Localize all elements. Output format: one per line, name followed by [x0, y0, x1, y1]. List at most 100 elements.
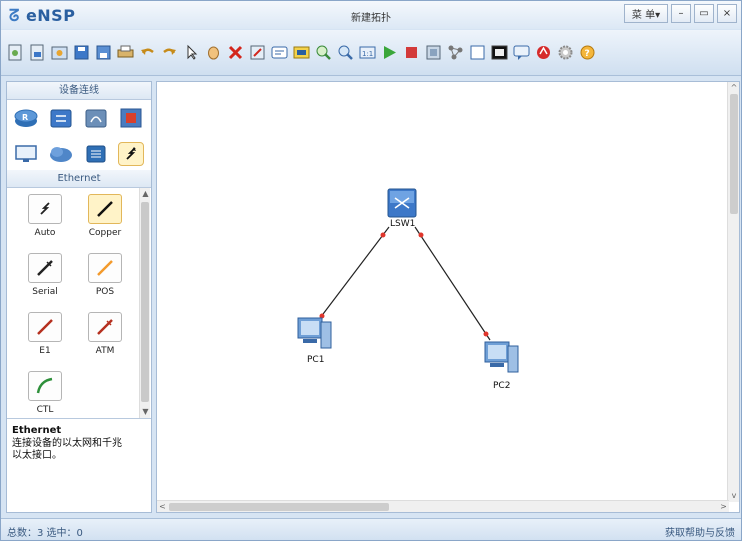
maximize-button[interactable]: ▭: [694, 4, 714, 23]
canvas-horizontal-scrollbar[interactable]: < >: [157, 500, 729, 512]
e1-cable-icon: [28, 312, 62, 342]
lsw1-label: LSW1: [390, 219, 416, 229]
open-icon[interactable]: [51, 44, 68, 61]
new-topology-icon[interactable]: [7, 44, 24, 61]
select-icon[interactable]: [183, 44, 200, 61]
chat-icon[interactable]: [513, 44, 530, 61]
cable-list-scrollbar[interactable]: ▲ ▼: [139, 188, 150, 418]
topology-drawing: [297, 188, 519, 373]
cable-auto[interactable]: Auto: [15, 194, 75, 238]
cable-ctl[interactable]: CTL: [15, 371, 75, 415]
text-icon[interactable]: [271, 44, 288, 61]
menu-button[interactable]: 菜 单▾: [624, 4, 668, 23]
serial-cable-icon: [28, 253, 62, 283]
stop-all-icon[interactable]: [403, 44, 420, 61]
topology-tool-icon[interactable]: [447, 44, 464, 61]
pc1-computer-icon[interactable]: [297, 317, 332, 349]
scroll-left-icon[interactable]: <: [157, 501, 168, 513]
device-panel-title: 设备连线: [7, 82, 151, 100]
scroll-down-icon[interactable]: v: [728, 490, 740, 502]
scroll-right-icon[interactable]: >: [718, 501, 729, 513]
zoom-out-icon[interactable]: [337, 44, 354, 61]
window-controls: 菜 单▾ – ▭ ×: [624, 4, 737, 23]
print-icon[interactable]: [117, 44, 134, 61]
minimize-button[interactable]: –: [671, 4, 691, 23]
auto-cable-icon: [28, 194, 62, 224]
description-body: 连接设备的以太网和千兆以太接口。: [12, 438, 122, 461]
save-icon[interactable]: [73, 44, 90, 61]
topology-canvas[interactable]: LSW1 PC1 PC2 ^ v < >: [156, 81, 740, 513]
capture-icon[interactable]: [425, 44, 442, 61]
cable-label: ATM: [95, 346, 115, 356]
cable-serial[interactable]: Serial: [15, 253, 75, 297]
pc-category-icon[interactable]: [13, 142, 39, 166]
description-title: Ethernet: [12, 425, 62, 436]
link-lsw1-pc2[interactable]: [414, 226, 491, 341]
cable-label: Auto: [34, 228, 56, 238]
pos-cable-icon: [88, 253, 122, 283]
palette-icon[interactable]: [293, 44, 310, 61]
cable-pos[interactable]: POS: [75, 253, 135, 297]
cable-list: Auto Copper Serial POS E1 ATM CTL ▲ ▼: [7, 188, 151, 418]
canvas-vertical-scrollbar[interactable]: ^ v: [727, 82, 739, 502]
redo-icon[interactable]: [161, 44, 178, 61]
atm-cable-icon: [88, 312, 122, 342]
delete-links-icon[interactable]: [249, 44, 266, 61]
cloud-category-icon[interactable]: [48, 142, 74, 166]
huawei-icon[interactable]: [535, 44, 552, 61]
title-bar: ᘔ eNSP 新建拓扑 菜 单▾ – ▭ ×: [1, 1, 741, 29]
fit-view-icon[interactable]: 1:1: [359, 44, 376, 61]
pan-hand-icon[interactable]: [205, 44, 222, 61]
cable-label: POS: [95, 287, 115, 297]
scroll-thumb[interactable]: [730, 94, 738, 214]
cable-category-icon[interactable]: [118, 142, 144, 166]
lsw1-switch-icon[interactable]: [387, 188, 417, 218]
pc2-computer-icon[interactable]: [484, 341, 519, 373]
cable-copper[interactable]: Copper: [75, 194, 135, 238]
link-lsw1-pc1[interactable]: [316, 226, 390, 323]
status-bar: 总数：3 选中：0 获取帮助与反馈: [1, 518, 741, 540]
cable-section-title: Ethernet: [7, 170, 151, 188]
router-category-icon[interactable]: R: [13, 106, 39, 130]
link-endpoint-dot: [418, 232, 424, 238]
svg-text:R: R: [22, 113, 28, 122]
zoom-in-icon[interactable]: [315, 44, 332, 61]
wireless-category-icon[interactable]: [83, 106, 109, 130]
toolbar: 1:1 ?: [1, 30, 741, 76]
close-button[interactable]: ×: [717, 4, 737, 23]
device-category-grid: R: [7, 100, 151, 170]
save-as-icon[interactable]: [95, 44, 112, 61]
other-devices-category-icon[interactable]: [83, 142, 109, 166]
cable-e1[interactable]: E1: [15, 312, 75, 356]
switch-category-icon[interactable]: [48, 106, 74, 130]
delete-icon[interactable]: [227, 44, 244, 61]
cable-label: E1: [39, 346, 51, 356]
link-endpoint-dot: [380, 232, 386, 238]
link-endpoint-dot: [483, 331, 489, 337]
cable-label: CTL: [36, 405, 54, 415]
cable-atm[interactable]: ATM: [75, 312, 135, 356]
copper-cable-icon: [88, 194, 122, 224]
undo-icon[interactable]: [139, 44, 156, 61]
svg-text:?: ?: [585, 49, 590, 59]
scroll-up-icon[interactable]: ^: [728, 82, 740, 94]
help-feedback-link[interactable]: 获取帮助与反馈: [665, 524, 735, 539]
ctl-cable-icon: [28, 371, 62, 401]
scroll-thumb[interactable]: [141, 202, 149, 402]
ensp-window: ᘔ eNSP 新建拓扑 菜 单▾ – ▭ × 1:1 ? 设备连线 R Ethe…: [0, 0, 742, 541]
command-line-icon[interactable]: [491, 44, 508, 61]
scroll-up-icon[interactable]: ▲: [140, 188, 151, 200]
help-icon[interactable]: ?: [579, 44, 596, 61]
firewall-category-icon[interactable]: [118, 106, 144, 130]
cable-label: Copper: [88, 228, 122, 238]
scroll-thumb[interactable]: [169, 503, 389, 511]
scroll-down-icon[interactable]: ▼: [140, 406, 151, 418]
cable-description: Ethernet 连接设备的以太网和千兆以太接口。: [7, 418, 151, 508]
start-all-icon[interactable]: [381, 44, 398, 61]
device-panel: 设备连线 R Ethernet Auto Copper Serial POS E…: [6, 81, 152, 513]
cable-label: Serial: [32, 287, 58, 297]
display-grid-icon[interactable]: [469, 44, 486, 61]
new-lab-icon[interactable]: [29, 44, 46, 61]
pc2-label: PC2: [493, 381, 511, 391]
config-gear-icon[interactable]: [557, 44, 574, 61]
